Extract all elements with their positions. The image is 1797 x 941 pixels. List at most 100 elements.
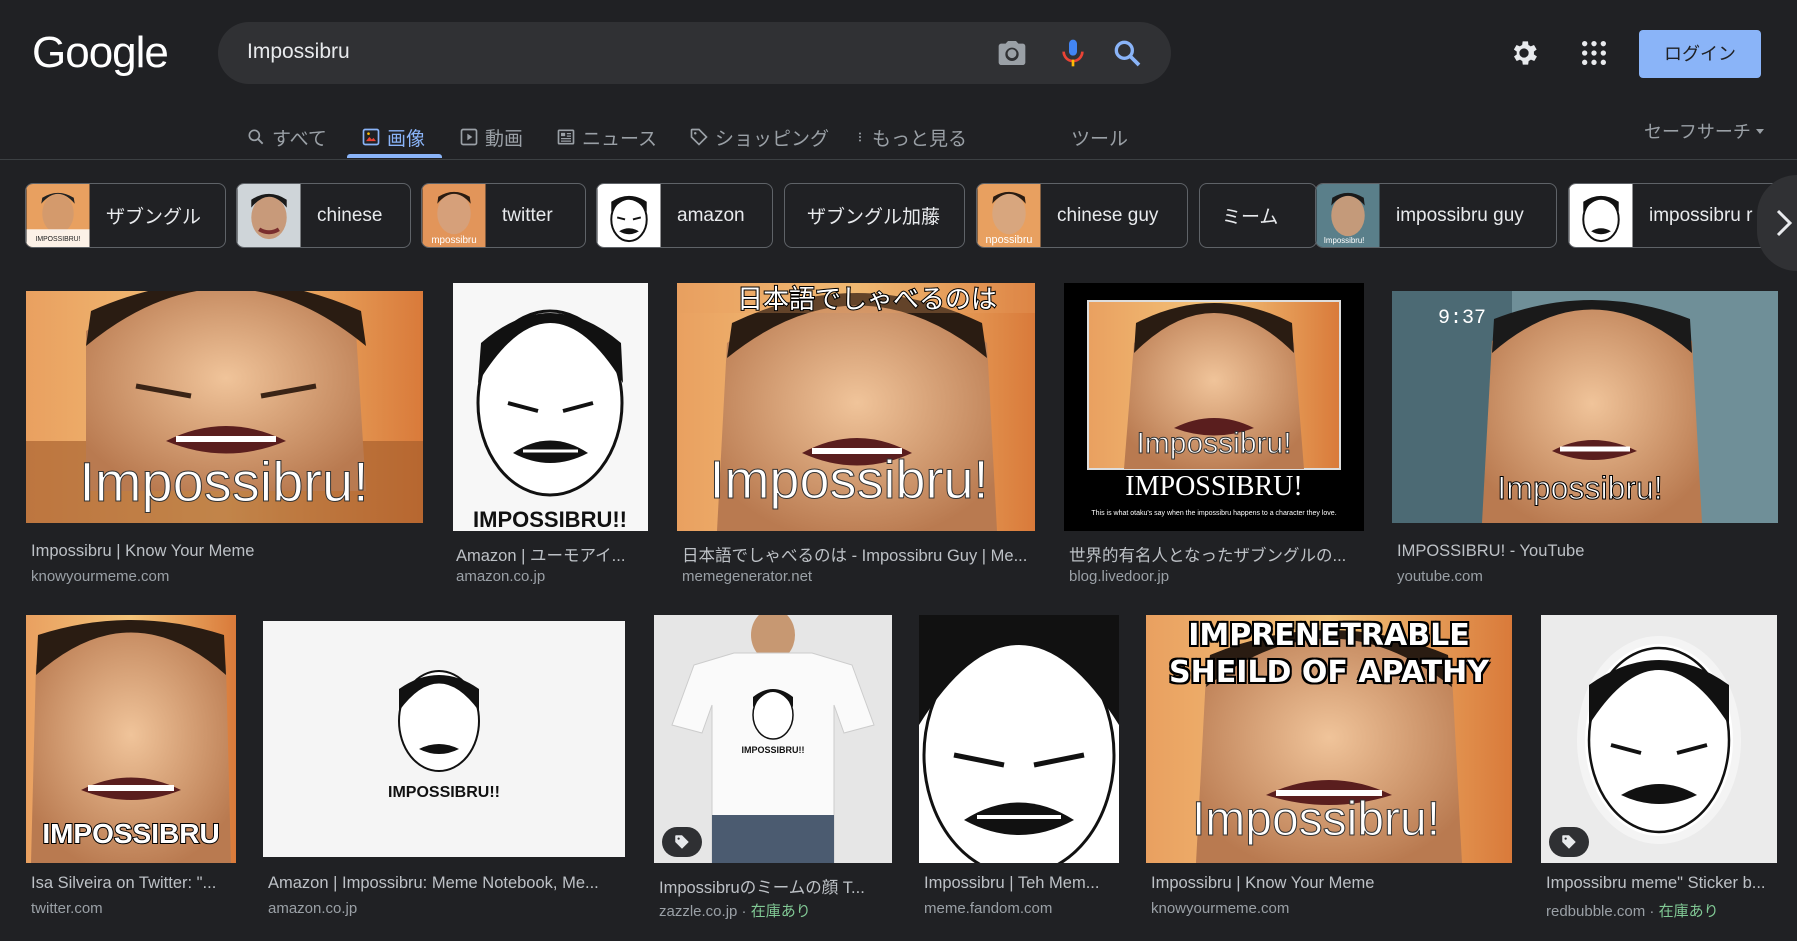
result-image[interactable]: 日本語でしゃべるのは Impossibru! <box>677 283 1035 531</box>
result-source[interactable]: youtube.com <box>1397 568 1483 585</box>
image-result[interactable]: IMPOSSIBRU!! Impossibruのミームの顔 T... zazzl… <box>654 615 892 925</box>
image-result[interactable]: IMPRENETRABLE SHEILD OF APATHY Impossibr… <box>1146 615 1514 925</box>
chip-label: impossibru r <box>1649 204 1753 226</box>
search-input[interactable]: Impossibru <box>247 40 350 64</box>
result-image[interactable]: 9:37 Impossibru! <box>1392 291 1778 523</box>
chip-zabungle-kato[interactable]: ザブングル加藤 <box>784 183 965 248</box>
chip-chinese[interactable]: chinese <box>236 183 411 248</box>
image-caption: IMPOSSIBRU!! <box>388 784 500 801</box>
result-image[interactable] <box>1541 615 1777 863</box>
image-icon <box>362 128 380 146</box>
chip-zabungle[interactable]: IMPOSSIBRU! ザブングル <box>25 183 226 248</box>
chip-thumbnail <box>597 184 661 247</box>
tag-icon <box>690 128 708 146</box>
tab-images[interactable]: 画像 <box>361 115 425 159</box>
source-domain[interactable]: redbubble.com <box>1546 903 1645 920</box>
chip-amazon[interactable]: amazon <box>596 183 773 248</box>
safesearch-dropdown[interactable]: セーフサーチ <box>1644 118 1765 144</box>
result-source[interactable]: meme.fandom.com <box>924 900 1052 917</box>
image-result[interactable]: IMPOSSIBRU Isa Silveira on Twitter: "...… <box>26 615 238 925</box>
result-title[interactable]: Impossibru | Teh Mem... <box>924 874 1119 893</box>
result-image[interactable]: IMPOSSIBRU!! <box>453 283 648 531</box>
result-title[interactable]: Isa Silveira on Twitter: "... <box>31 874 236 893</box>
image-result[interactable]: Impossibru! IMPOSSIBRU! This is what ota… <box>1064 283 1364 593</box>
result-title[interactable]: Impossibruのミームの顔 T... <box>659 874 892 898</box>
tab-videos[interactable]: 動画 <box>459 115 523 159</box>
tab-more[interactable]: もっと見る <box>854 115 967 159</box>
tab-label: もっと見る <box>872 128 968 150</box>
image-result[interactable]: IMPOSSIBRU!! Amazon | Impossibru: Meme N… <box>263 615 625 925</box>
header-divider <box>0 159 1797 160</box>
svg-text:mpossibru: mpossibru <box>431 235 476 246</box>
image-result[interactable]: 日本語でしゃべるのは Impossibru! 日本語でしゃべるのは - Impo… <box>677 283 1037 593</box>
tab-label: ショッピング <box>715 128 830 150</box>
microphone-icon[interactable] <box>1057 37 1089 69</box>
chip-thumbnail <box>1569 184 1633 247</box>
tag-icon <box>1562 835 1576 849</box>
chip-chinese-guy[interactable]: npossibru chinese guy <box>976 183 1188 248</box>
tab-label: 画像 <box>387 128 426 150</box>
result-source[interactable]: knowyourmeme.com <box>31 568 169 585</box>
result-source[interactable]: redbubble.com · 在庫あり <box>1546 900 1719 921</box>
result-source[interactable]: blog.livedoor.jp <box>1069 568 1169 585</box>
result-title[interactable]: Amazon | ユーモアイ... <box>456 542 646 566</box>
tab-shopping[interactable]: ショッピング <box>689 115 829 159</box>
image-result[interactable]: Impossibru meme" Sticker b... redbubble.… <box>1541 615 1779 925</box>
result-image[interactable]: Impossibru! IMPOSSIBRU! This is what ota… <box>1064 283 1364 531</box>
tab-news[interactable]: ニュース <box>556 115 657 159</box>
result-title[interactable]: Impossibru | Know Your Meme <box>1151 874 1511 893</box>
chip-twitter[interactable]: mpossibru twitter <box>421 183 586 248</box>
chip-impossibru-r[interactable]: impossibru r <box>1568 183 1788 248</box>
login-button[interactable]: ログイン <box>1639 30 1761 78</box>
search-box[interactable]: Impossibru <box>218 22 1171 84</box>
result-image[interactable] <box>919 615 1119 863</box>
tab-label: すべて <box>272 128 327 150</box>
camera-icon[interactable] <box>996 37 1028 69</box>
google-logo[interactable]: Google <box>32 28 169 78</box>
image-result[interactable]: 9:37 Impossibru! IMPOSSIBRU! - YouTube y… <box>1392 283 1780 593</box>
in-stock-label: 在庫あり <box>750 903 811 920</box>
chip-thumbnail: IMPOSSIBRU! <box>26 184 90 247</box>
result-title[interactable]: IMPOSSIBRU! - YouTube <box>1397 542 1777 561</box>
tab-tools[interactable]: ツール <box>1071 115 1128 159</box>
chip-label: twitter <box>502 204 553 226</box>
chip-meme[interactable]: ミーム <box>1199 183 1317 248</box>
result-source[interactable]: memegenerator.net <box>682 568 812 585</box>
image-result[interactable]: Impossibru! Impossibru | Know Your Meme … <box>26 283 423 593</box>
result-image[interactable]: IMPOSSIBRU!! <box>263 621 625 857</box>
apps-grid-icon[interactable] <box>1578 37 1610 69</box>
image-result[interactable]: Impossibru | Teh Mem... meme.fandom.com <box>919 615 1121 925</box>
result-image[interactable]: Impossibru! <box>26 291 423 523</box>
tab-label: ツール <box>1071 128 1129 150</box>
chip-label: ザブングル <box>106 207 202 228</box>
result-source[interactable]: knowyourmeme.com <box>1151 900 1289 917</box>
chip-impossibru-guy[interactable]: Impossibru! impossibru guy <box>1315 183 1557 248</box>
news-icon <box>557 129 575 145</box>
image-caption: Impossibru! <box>1497 470 1662 506</box>
svg-text:IMPOSSIBRU!: IMPOSSIBRU! <box>35 236 80 243</box>
result-image[interactable]: IMPOSSIBRU <box>26 615 236 863</box>
image-top-caption: 日本語でしゃべるのは <box>737 285 997 315</box>
result-source[interactable]: zazzle.co.jp · 在庫あり <box>659 900 811 921</box>
result-source[interactable]: amazon.co.jp <box>456 568 545 585</box>
result-title[interactable]: Impossibru | Know Your Meme <box>31 542 421 561</box>
result-source[interactable]: twitter.com <box>31 900 103 917</box>
shopping-badge <box>662 827 702 857</box>
chip-thumbnail <box>237 184 301 247</box>
search-icon <box>248 129 264 145</box>
result-title[interactable]: 世界的有名人となったザブングルの... <box>1069 542 1364 566</box>
settings-icon[interactable] <box>1508 37 1540 69</box>
result-image[interactable]: IMPOSSIBRU!! <box>654 615 892 863</box>
result-image[interactable]: IMPRENETRABLE SHEILD OF APATHY Impossibr… <box>1146 615 1512 863</box>
tab-all[interactable]: すべて <box>246 115 327 159</box>
svg-text:npossibru: npossibru <box>986 234 1033 246</box>
image-caption: IMPOSSIBRU <box>42 818 219 849</box>
source-domain[interactable]: zazzle.co.jp <box>659 903 737 920</box>
result-title[interactable]: Amazon | Impossibru: Meme Notebook, Me..… <box>268 874 625 893</box>
result-title[interactable]: Impossibru meme" Sticker b... <box>1546 874 1779 893</box>
search-icon[interactable] <box>1111 37 1143 69</box>
result-source[interactable]: amazon.co.jp <box>268 900 357 917</box>
image-caption: Impossibru! <box>79 450 368 513</box>
image-result[interactable]: IMPOSSIBRU!! Amazon | ユーモアイ... amazon.co… <box>453 283 648 593</box>
result-title[interactable]: 日本語でしゃべるのは - Impossibru Guy | Me... <box>682 542 1037 566</box>
